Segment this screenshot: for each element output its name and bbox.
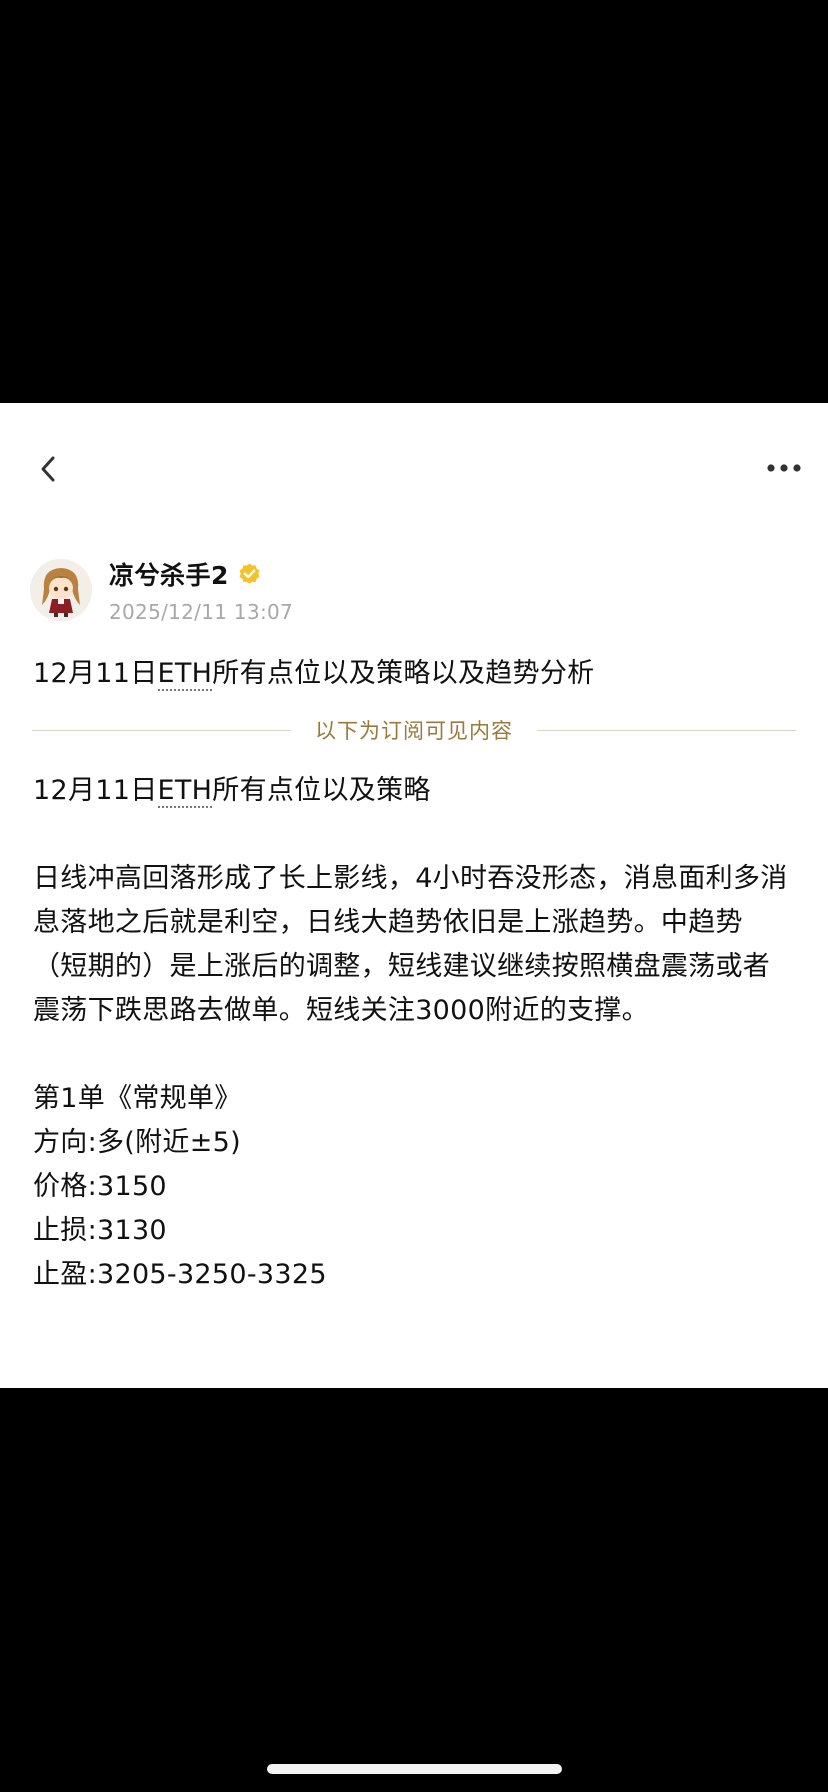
more-options-button[interactable] (762, 453, 806, 483)
author-meta: 凉兮杀手2 2025/12/11 13:07 (109, 556, 293, 624)
post-subtitle-suffix: 所有点位以及策略 (212, 775, 431, 806)
author-name[interactable]: 凉兮杀手2 (109, 556, 229, 592)
author-info: 凉兮杀手2 2025/12/11 13:07 (30, 556, 293, 624)
phone-screen: 凉兮杀手2 2025/12/11 13:07 12月11日ETH所有点位以及策略… (0, 0, 828, 1792)
order-direction: 方向:多(附近±5) (33, 1127, 241, 1158)
verified-badge-icon (239, 563, 260, 584)
post-subtitle-prefix: 12月11日 (33, 775, 158, 806)
subscription-divider-label: 以下为订阅可见内容 (315, 719, 513, 743)
subscription-divider: 以下为订阅可见内容 (32, 715, 796, 745)
post-date: 2025/12/11 13:07 (109, 600, 294, 624)
avatar[interactable] (30, 559, 92, 621)
post-title-suffix: 所有点位以及策略以及趋势分析 (212, 658, 595, 689)
chevron-left-icon (41, 456, 55, 482)
divider-line-left (32, 729, 291, 731)
eth-keyword-link[interactable]: ETH (157, 775, 213, 808)
author-row: 凉兮杀手2 (109, 556, 293, 592)
anime-avatar-icon (30, 559, 92, 621)
top-black-area (0, 0, 828, 403)
analysis-paragraph: 日线冲高回落形成了长上影线，4小时吞没形态，消息面利多消息落地之后就是利空，日线… (33, 863, 788, 1026)
post-title: 12月11日ETH所有点位以及策略以及趋势分析 (33, 651, 595, 691)
home-indicator[interactable] (267, 1764, 562, 1774)
divider-line-right (537, 729, 796, 731)
order-price: 价格:3150 (33, 1171, 167, 1202)
order-take-profit: 止盈:3205-3250-3325 (33, 1259, 327, 1290)
post-subtitle: 12月11日ETH所有点位以及策略 (33, 769, 793, 813)
bottom-black-area (0, 1388, 828, 1792)
post-body: 12月11日ETH所有点位以及策略 日线冲高回落形成了长上影线，4小时吞没形态，… (33, 769, 793, 1297)
order-stop-loss: 止损:3130 (33, 1215, 167, 1246)
eth-keyword-link[interactable]: ETH (157, 658, 213, 691)
more-horizontal-icon (767, 464, 801, 472)
back-button[interactable] (30, 451, 66, 487)
order-title: 第1单《常规单》 (33, 1083, 242, 1114)
post-page: 凉兮杀手2 2025/12/11 13:07 12月11日ETH所有点位以及策略… (0, 403, 828, 1388)
post-title-prefix: 12月11日 (33, 658, 158, 689)
